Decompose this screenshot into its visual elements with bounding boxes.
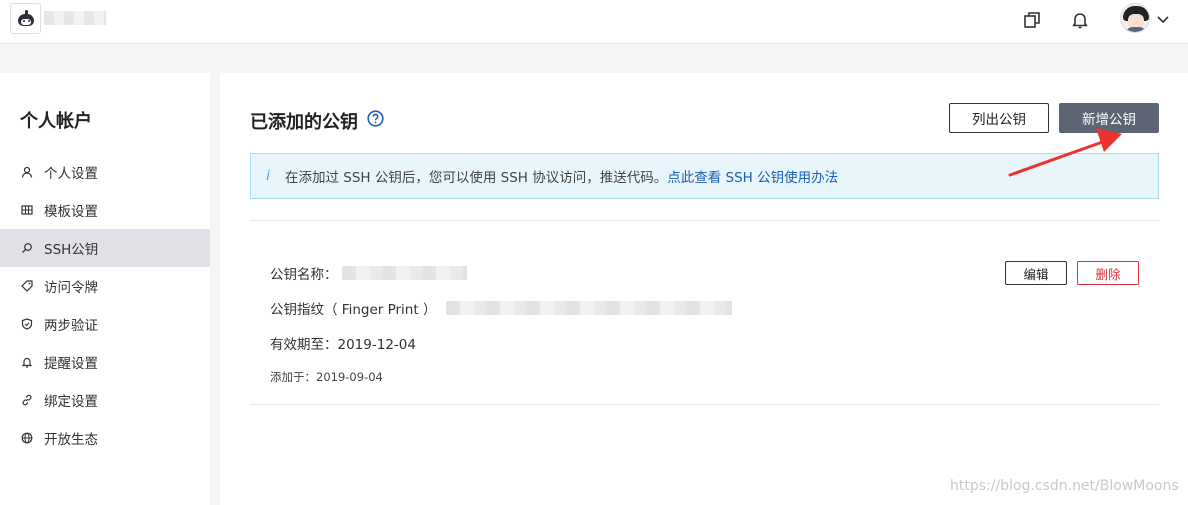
top-bar — [0, 0, 1188, 44]
org-name-blurred — [44, 11, 106, 25]
key-name-label: 公钥名称： — [270, 267, 338, 283]
bell-icon — [20, 355, 34, 369]
grid-icon — [20, 203, 34, 217]
sidebar-item-ssh-keys[interactable]: SSH公钥 — [0, 229, 210, 267]
sidebar-item-label: 个人设置 — [44, 166, 98, 182]
annotation-arrow — [1008, 128, 1122, 177]
sidebar-item-template-settings[interactable]: 模板设置 — [0, 191, 210, 229]
shield-icon — [20, 317, 34, 331]
sidebar-item-notifications[interactable]: 提醒设置 — [0, 343, 210, 381]
key-search-icon — [20, 241, 34, 255]
info-icon: i — [266, 168, 270, 184]
tag-icon — [20, 279, 34, 293]
key-fingerprint-row: 公钥指纹（ Finger Print ） — [270, 298, 733, 318]
key-fingerprint-blurred — [446, 301, 733, 315]
sidebar-item-label: 模板设置 — [44, 204, 98, 220]
globe-icon — [20, 431, 34, 445]
logo[interactable] — [10, 3, 41, 34]
watermark: https://blog.csdn.net/BlowMoons — [950, 478, 1179, 494]
bell-icon[interactable] — [1069, 9, 1091, 31]
sidebar: 个人帐户 个人设置 模板设置 SSH公钥 访问令牌 两步验证 提醒设置 绑定设置… — [0, 73, 210, 505]
divider — [250, 404, 1159, 405]
divider — [250, 220, 1159, 221]
user-icon — [20, 165, 34, 179]
sidebar-item-personal-settings[interactable]: 个人设置 — [0, 153, 210, 191]
key-name-blurred — [341, 266, 467, 280]
sidebar-item-access-tokens[interactable]: 访问令牌 — [0, 267, 210, 305]
edit-key-button[interactable]: 编辑 — [1005, 261, 1067, 285]
key-added-date: 添加于：2019-09-04 — [270, 370, 383, 384]
sidebar-item-open-ecosystem[interactable]: 开放生态 — [0, 419, 210, 457]
key-expiry: 有效期至：2019-12-04 — [270, 337, 416, 353]
sidebar-item-label: 提醒设置 — [44, 356, 98, 372]
sidebar-item-label: 访问令牌 — [44, 280, 98, 296]
sidebar-title: 个人帐户 — [20, 111, 92, 132]
page-title: 已添加的公钥 — [250, 112, 358, 133]
link-icon — [20, 393, 34, 407]
sidebar-item-two-factor[interactable]: 两步验证 — [0, 305, 210, 343]
key-fingerprint-label: 公钥指纹（ Finger Print ） — [270, 302, 437, 318]
sidebar-item-bindings[interactable]: 绑定设置 — [0, 381, 210, 419]
sidebar-item-label: SSH公钥 — [44, 242, 99, 258]
info-text: 在添加过 SSH 公钥后，您可以使用 SSH 协议访问，推送代码。 — [285, 170, 668, 186]
delete-key-button[interactable]: 删除 — [1077, 261, 1139, 285]
sidebar-item-label: 绑定设置 — [44, 394, 98, 410]
ssh-help-link[interactable]: 点此查看 SSH 公钥使用办法 — [667, 166, 838, 186]
window-icon[interactable] — [1021, 9, 1043, 31]
sidebar-item-label: 开放生态 — [44, 432, 98, 448]
avatar[interactable] — [1120, 3, 1150, 33]
help-icon[interactable] — [367, 110, 384, 127]
key-name-row: 公钥名称： — [270, 263, 467, 283]
chevron-down-icon[interactable] — [1155, 11, 1171, 27]
sidebar-item-label: 两步验证 — [44, 318, 98, 334]
